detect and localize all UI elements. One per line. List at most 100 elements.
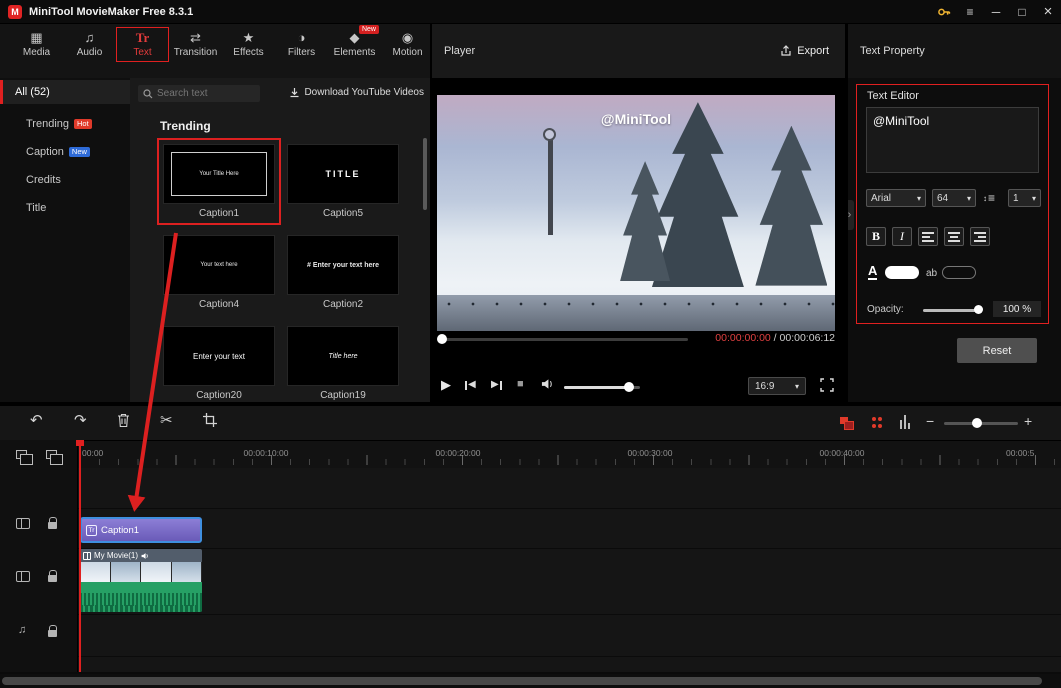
- app-title: MiniTool MovieMaker Free 8.3.1: [29, 6, 193, 18]
- background-color-swatch[interactable]: [942, 266, 976, 279]
- duplicate-track-icon[interactable]: [46, 450, 57, 459]
- template-caption1[interactable]: Your Title Here Caption1: [163, 144, 275, 219]
- seek-bar[interactable]: [440, 338, 688, 341]
- undo-button[interactable]: ↶: [30, 412, 43, 430]
- register-key-icon[interactable]: [931, 0, 957, 24]
- split-button[interactable]: ✂: [160, 412, 173, 430]
- video-text-overlay[interactable]: @MiniTool: [437, 111, 835, 127]
- fullscreen-button[interactable]: [820, 378, 834, 392]
- zoom-in-button[interactable]: +: [1024, 412, 1032, 430]
- media-icon: ▦: [30, 31, 42, 45]
- video-clip-header: My Movie(1): [80, 549, 202, 562]
- sidebar-item-caption[interactable]: Caption New: [0, 140, 130, 164]
- timeline-ruler[interactable]: 00:00 00:00:10:00 00:00:20:00 00:00:30:0…: [0, 440, 1061, 468]
- previous-frame-button[interactable]: ◀: [465, 380, 476, 390]
- audio-icon: ♫: [85, 31, 95, 45]
- align-center-button[interactable]: [944, 227, 964, 246]
- template-thumbnail: TITLE: [287, 144, 399, 204]
- track-mode-icon[interactable]: [840, 417, 853, 428]
- play-button[interactable]: ▶: [441, 377, 451, 393]
- monument-wheel: [543, 128, 556, 141]
- opacity-slider[interactable]: [923, 309, 981, 312]
- tab-media[interactable]: ▦ Media: [10, 27, 63, 62]
- library-scrollbar[interactable]: [423, 138, 427, 210]
- fullscreen-icon: [820, 378, 834, 392]
- italic-button[interactable]: I: [892, 227, 912, 246]
- search-box[interactable]: [138, 85, 260, 102]
- align-right-button[interactable]: [970, 227, 990, 246]
- timeline-hscroll-handle[interactable]: [2, 677, 1042, 685]
- sidebar-item-trending[interactable]: Trending Hot: [0, 112, 130, 136]
- minimize-button[interactable]: ─: [983, 0, 1009, 24]
- zoom-out-button[interactable]: −: [926, 412, 934, 430]
- music-track-lock-icon[interactable]: [48, 630, 57, 637]
- volume-button[interactable]: [541, 378, 554, 390]
- line-spacing-select[interactable]: 1 ▾: [1008, 189, 1041, 207]
- aspect-ratio-select[interactable]: 16:9 ▾: [748, 377, 806, 395]
- tab-effects[interactable]: ★ Effects: [222, 27, 275, 62]
- search-icon: [143, 89, 153, 99]
- app-window: M MiniTool MovieMaker Free 8.3.1 ≡ ─ □ ×…: [0, 0, 1061, 688]
- background-color-label: ab: [926, 268, 937, 279]
- template-caption5[interactable]: TITLE Caption5: [287, 144, 399, 219]
- stop-button[interactable]: ■: [517, 378, 524, 390]
- elements-icon: ◆: [350, 31, 360, 45]
- text-icon: Tr: [136, 31, 149, 45]
- align-left-button[interactable]: [918, 227, 938, 246]
- tab-filters[interactable]: ◑ Filters: [275, 27, 328, 62]
- tab-transition[interactable]: ⇄ Transition: [169, 27, 222, 62]
- caption-clip[interactable]: Tr Caption1: [80, 517, 202, 543]
- font-size-select[interactable]: 64 ▾: [932, 189, 976, 207]
- menu-icon[interactable]: ≡: [957, 0, 983, 24]
- tab-text[interactable]: Tr Text: [116, 27, 169, 62]
- redo-button[interactable]: ↷: [74, 412, 87, 430]
- attach-toggle-icon[interactable]: [872, 417, 883, 428]
- font-family-select[interactable]: Arial ▾: [866, 189, 926, 207]
- seek-handle[interactable]: [437, 334, 447, 344]
- maximize-button[interactable]: □: [1009, 0, 1035, 24]
- download-youtube-link[interactable]: Download YouTube Videos: [289, 87, 424, 98]
- transition-icon: ⇄: [190, 31, 201, 45]
- text-editor-input[interactable]: @MiniTool: [866, 107, 1039, 173]
- bold-button[interactable]: B: [866, 227, 886, 246]
- template-caption2[interactable]: # Enter your text here Caption2: [287, 235, 399, 310]
- tree-silhouette: [620, 161, 670, 281]
- manage-tracks-icon[interactable]: [16, 450, 27, 459]
- text-track-lock-icon[interactable]: [48, 522, 57, 529]
- audio-mixer-icon[interactable]: [900, 415, 910, 429]
- chevron-down-icon: ▾: [917, 194, 921, 203]
- new-badge: New: [69, 147, 90, 157]
- playhead[interactable]: [79, 440, 81, 672]
- video-preview[interactable]: @MiniTool: [437, 95, 835, 331]
- clip-speaker-icon: [141, 552, 149, 560]
- app-logo-icon: M: [8, 5, 22, 19]
- video-clip[interactable]: My Movie(1): [80, 549, 202, 612]
- line-spacing-icon[interactable]: ↕≡: [983, 191, 995, 205]
- track-header-column: ♫: [0, 440, 78, 672]
- text-color-swatch[interactable]: [885, 266, 919, 279]
- export-button[interactable]: Export: [780, 45, 829, 57]
- volume-fill: [564, 386, 628, 389]
- crop-button[interactable]: [203, 413, 217, 427]
- delete-button[interactable]: [117, 413, 130, 428]
- template-caption19[interactable]: Title here Caption19: [287, 326, 399, 401]
- search-input[interactable]: [157, 88, 247, 99]
- tab-motion[interactable]: ◉ Motion: [381, 27, 434, 62]
- sidebar-item-title[interactable]: Title: [0, 196, 130, 220]
- next-frame-button[interactable]: ▶: [491, 380, 502, 390]
- opacity-handle[interactable]: [974, 305, 983, 314]
- template-caption4[interactable]: Your text here Caption4: [163, 235, 275, 310]
- close-button[interactable]: ×: [1035, 0, 1061, 24]
- tree-silhouette: [652, 102, 744, 287]
- sidebar-item-all[interactable]: All (52): [0, 80, 130, 104]
- reset-button[interactable]: Reset: [957, 338, 1037, 363]
- trash-icon: [117, 413, 130, 428]
- text-property-panel: Text Editor @MiniTool Arial ▾ 64 ▾ ↕≡ 1 …: [848, 78, 1061, 402]
- tab-audio[interactable]: ♫ Audio: [63, 27, 116, 62]
- tab-elements[interactable]: New ◆ Elements: [328, 27, 381, 62]
- template-caption20[interactable]: Enter your text Caption20: [163, 326, 275, 401]
- timeline-zoom-handle[interactable]: [972, 418, 982, 428]
- video-track-lock-icon[interactable]: [48, 575, 57, 582]
- sidebar-item-credits[interactable]: Credits: [0, 168, 130, 192]
- volume-handle[interactable]: [624, 382, 634, 392]
